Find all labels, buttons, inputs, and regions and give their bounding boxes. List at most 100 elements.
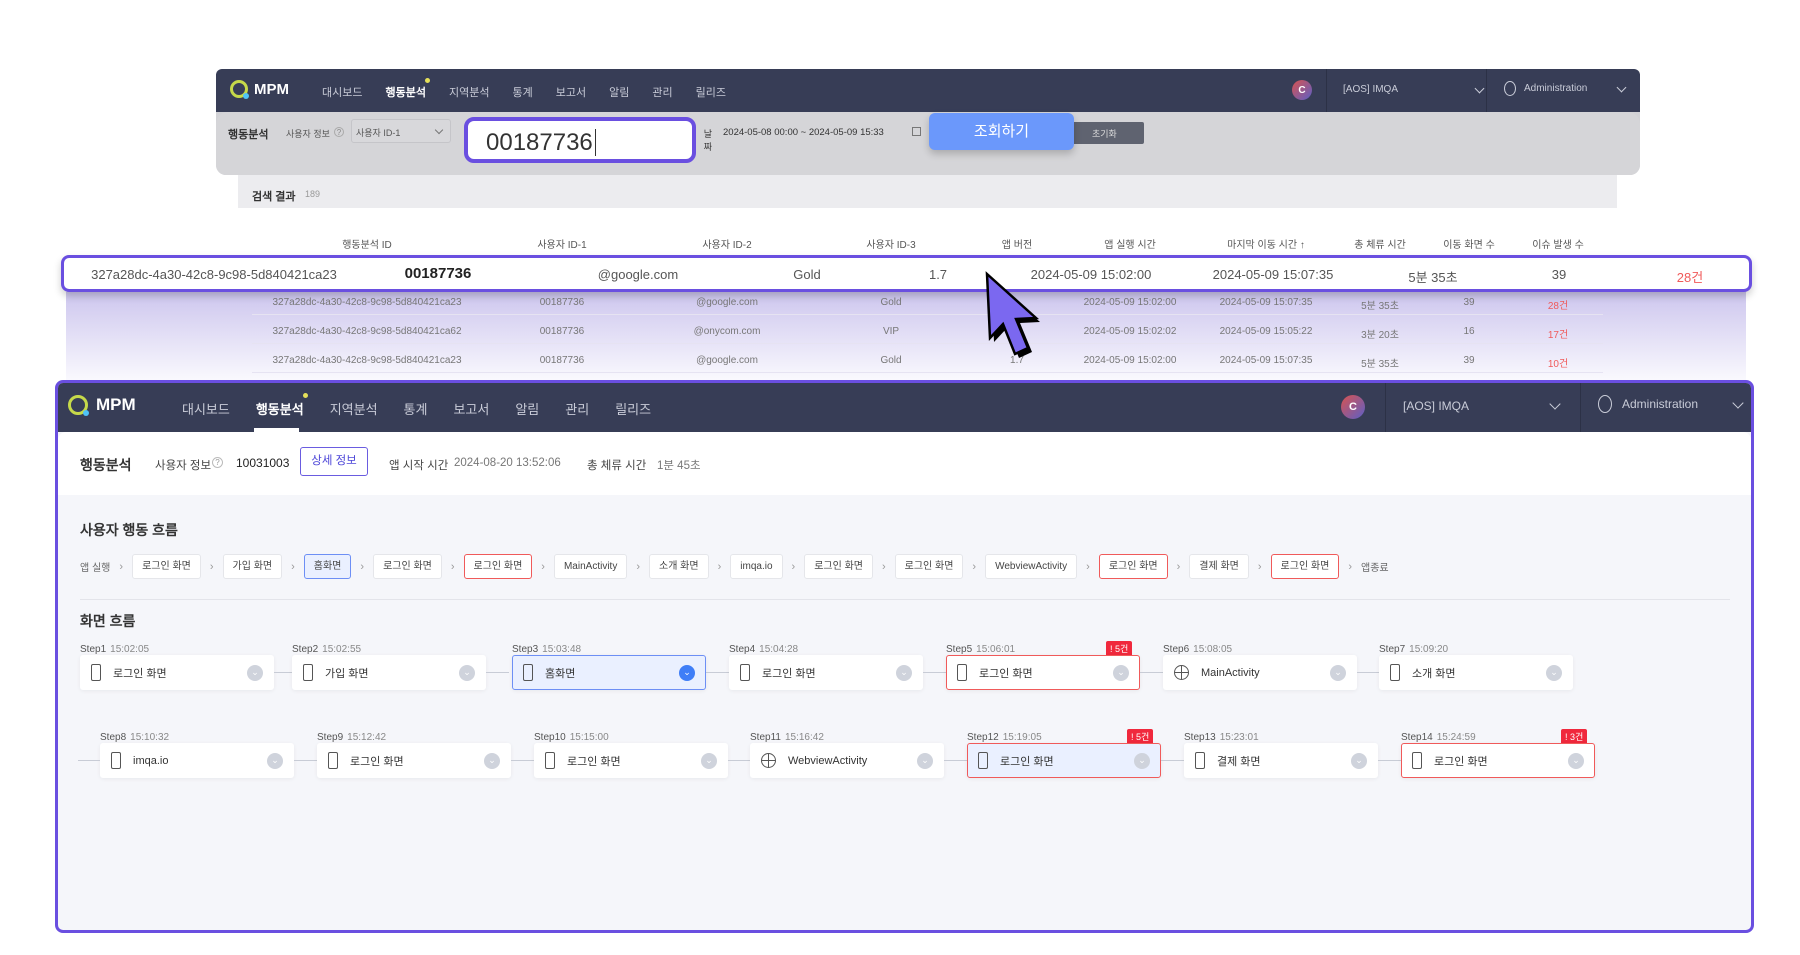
column-header[interactable]: 앱 버전: [1002, 236, 1032, 251]
flow-item[interactable]: 로그인 화면: [1270, 554, 1340, 579]
user-id-value: 00187736: [486, 129, 593, 156]
chevron-down-icon[interactable]: ⌄: [701, 752, 717, 769]
user-id-input[interactable]: 00187736: [464, 117, 696, 163]
flow-item[interactable]: 소개 화면: [649, 554, 709, 579]
chevron-down-icon[interactable]: ⌄: [1546, 664, 1562, 681]
flow-item[interactable]: WebviewActivity: [985, 554, 1078, 579]
chevron-down-icon[interactable]: ⌄: [459, 664, 475, 681]
connector-arrow: [728, 760, 751, 761]
flow-item[interactable]: 로그인 화면: [463, 554, 533, 579]
project-name: [AOS] IMQA: [1403, 399, 1470, 413]
menu-item[interactable]: 알림: [609, 84, 629, 100]
chevron-down-icon[interactable]: ⌄: [896, 664, 912, 681]
menu-item[interactable]: 대시보드: [322, 84, 362, 100]
column-header[interactable]: 사용자 ID-2: [702, 236, 751, 251]
detail-button[interactable]: 상세 정보: [300, 447, 368, 476]
step-card[interactable]: 가입 화면 ⌄: [292, 655, 486, 690]
step-card[interactable]: MainActivity ⌄: [1163, 655, 1357, 690]
flow-item[interactable]: imqa.io: [730, 554, 783, 579]
step-card[interactable]: WebviewActivity ⌄: [750, 743, 944, 778]
chevron-down-icon[interactable]: ⌄: [1134, 752, 1150, 769]
issue-badge[interactable]: ! 5건: [1106, 641, 1133, 656]
flow-item[interactable]: 로그인 화면: [894, 554, 964, 579]
text-cursor: [594, 129, 596, 156]
step-time: 15:15:00: [569, 732, 609, 743]
brand-logo[interactable]: MPM: [68, 395, 136, 416]
menu-item[interactable]: 행동분석: [256, 393, 308, 418]
menu-item[interactable]: 알림: [515, 399, 539, 418]
highlighted-table-row[interactable]: 327a28dc-4a30-42c8-9c98-5d840421ca23 0018…: [61, 255, 1752, 292]
chevron-down-icon[interactable]: ⌄: [1568, 752, 1584, 769]
step-card[interactable]: 로그인 화면 ⌄: [946, 655, 1140, 690]
step-card[interactable]: 로그인 화면 ⌄: [729, 655, 923, 690]
menu-item[interactable]: 보고서: [453, 399, 489, 418]
avatar[interactable]: C: [1341, 395, 1365, 419]
menu-item[interactable]: 통계: [404, 399, 428, 418]
step-card[interactable]: 홈화면 ⌄: [512, 655, 706, 690]
menu-item[interactable]: 지역분석: [330, 399, 378, 418]
flow-item[interactable]: 가입 화면: [222, 554, 283, 579]
user-menu[interactable]: Administration: [1504, 81, 1629, 96]
column-header[interactable]: 앱 실행 시간: [1104, 236, 1156, 251]
flow-item[interactable]: 홈화면: [303, 554, 352, 579]
id-type-select[interactable]: 사용자 ID-1: [351, 119, 451, 143]
chevron-down-icon[interactable]: ⌄: [247, 664, 263, 681]
chevron-down-icon[interactable]: ⌄: [1113, 664, 1129, 681]
menu-item[interactable]: 관리: [565, 399, 589, 418]
flow-item[interactable]: 로그인 화면: [804, 554, 873, 579]
flow-item[interactable]: 로그인 화면: [132, 554, 201, 579]
menu-item[interactable]: 보고서: [556, 84, 586, 100]
flow-item[interactable]: 로그인 화면: [373, 554, 442, 579]
project-select[interactable]: [AOS] IMQA: [1343, 83, 1485, 95]
project-select[interactable]: [AOS] IMQA: [1403, 398, 1563, 413]
chevron-down-icon[interactable]: ⌄: [1351, 752, 1367, 769]
search-button[interactable]: 조회하기: [929, 113, 1074, 150]
step-screen-name: 로그인 화면: [350, 755, 404, 768]
column-header[interactable]: 총 체류 시간: [1354, 236, 1406, 251]
step-card[interactable]: 로그인 화면 ⌄: [1401, 743, 1595, 778]
phone-icon: [523, 664, 533, 681]
flow-item[interactable]: 로그인 화면: [1098, 554, 1168, 579]
menu-item[interactable]: 릴리즈: [696, 84, 726, 100]
chevron-down-icon[interactable]: ⌄: [917, 752, 933, 769]
column-header[interactable]: 행동분석 ID: [342, 236, 392, 251]
brand-logo[interactable]: MPM: [230, 80, 289, 99]
menu-item[interactable]: 행동분석: [385, 78, 431, 100]
step-card[interactable]: imqa.io ⌄: [100, 743, 294, 778]
issue-badge[interactable]: ! 5건: [1127, 729, 1154, 744]
menu-item[interactable]: 통계: [512, 84, 532, 100]
detail-button-label: 상세 정보: [311, 455, 357, 467]
step-card[interactable]: 로그인 화면 ⌄: [967, 743, 1161, 778]
chevron-down-icon[interactable]: ⌄: [267, 752, 283, 769]
start-time-value: 2024-08-20 13:52:06: [454, 457, 561, 469]
column-header[interactable]: 이슈 발생 수: [1532, 236, 1584, 251]
step-card[interactable]: 로그인 화면 ⌄: [317, 743, 511, 778]
column-header[interactable]: 사용자 ID-3: [866, 236, 915, 251]
table-cell: 327a28dc-4a30-42c8-9c98-5d840421ca62: [272, 326, 462, 337]
menu-item[interactable]: 대시보드: [182, 399, 230, 418]
user-menu[interactable]: Administration: [1598, 395, 1746, 413]
column-header[interactable]: 이동 화면 수: [1443, 236, 1495, 251]
menu-item[interactable]: 관리: [652, 84, 672, 100]
calendar-icon[interactable]: [912, 127, 921, 136]
table-cell: 3분 20초: [1361, 330, 1399, 341]
chevron-down-icon[interactable]: ⌄: [1330, 664, 1346, 681]
menu-item[interactable]: 릴리즈: [615, 399, 651, 418]
chevron-down-icon[interactable]: ⌄: [679, 664, 695, 681]
behavior-detail-screen: MPM 대시보드 행동분석 지역분석 통계 보고서 알림 관리 릴리즈 C [AOS] IMQ…: [55, 380, 1754, 933]
column-header[interactable]: 마지막 이동 시간 ↑: [1227, 236, 1305, 251]
flow-item[interactable]: 결제 화면: [1189, 554, 1249, 579]
step-card[interactable]: 로그인 화면 ⌄: [534, 743, 728, 778]
step-card[interactable]: 로그인 화면 ⌄: [80, 655, 274, 690]
chevron-down-icon[interactable]: ⌄: [484, 752, 500, 769]
divider: [1580, 383, 1581, 432]
issue-badge[interactable]: ! 3건: [1561, 729, 1588, 744]
date-range[interactable]: 2024-05-08 00:00 ~ 2024-05-09 15:33: [723, 127, 884, 138]
avatar[interactable]: C: [1292, 80, 1312, 100]
step-card[interactable]: 결제 화면 ⌄: [1184, 743, 1378, 778]
menu-item[interactable]: 지역분석: [449, 84, 489, 100]
table-cell: @google.com: [696, 355, 758, 366]
flow-item[interactable]: MainActivity: [553, 554, 628, 579]
column-header[interactable]: 사용자 ID-1: [537, 236, 586, 251]
step-card[interactable]: 소개 화면 ⌄: [1379, 655, 1573, 690]
